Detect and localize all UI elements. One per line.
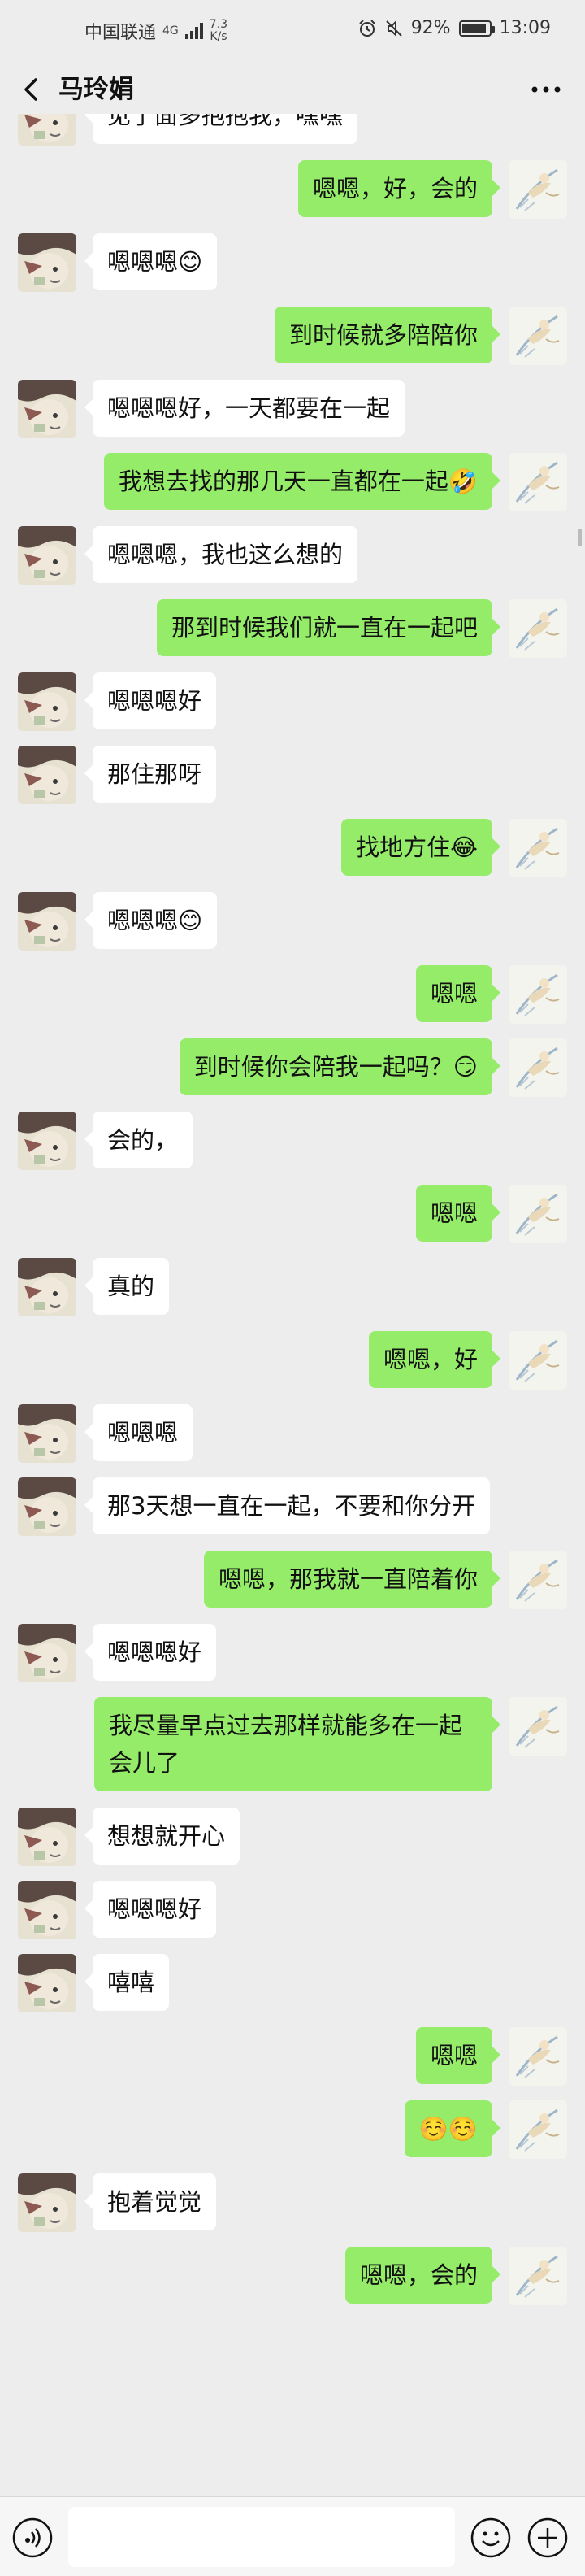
- contact-avatar[interactable]: [18, 1258, 76, 1316]
- contact-avatar[interactable]: [18, 1477, 76, 1536]
- chat-header: 马玲娟: [0, 65, 585, 114]
- signal-icon: [184, 23, 203, 39]
- contact-avatar[interactable]: [18, 892, 76, 951]
- contact-avatar[interactable]: [18, 526, 76, 585]
- message-bubble[interactable]: 找地方住😂: [341, 819, 500, 876]
- my-avatar[interactable]: [509, 307, 567, 365]
- alarm-icon: [358, 19, 375, 37]
- mute-icon: [385, 20, 402, 37]
- message-bubble[interactable]: 嗯嗯嗯，我也这么想的: [84, 526, 358, 583]
- message-bubble[interactable]: 想想就开心: [84, 1808, 240, 1865]
- carrier-label: 中国联通: [84, 23, 157, 43]
- message-bubble[interactable]: 嗯嗯嗯好: [84, 672, 217, 729]
- message-bubble[interactable]: 我尽量早点过去那样就能多在一起会儿了: [94, 1697, 500, 1791]
- message-bubble[interactable]: 那3天想一直在一起，不要和你分开: [84, 1477, 491, 1534]
- message-input[interactable]: [68, 2507, 455, 2567]
- message-bubble[interactable]: 那到时候我们就一直在一起吧: [156, 599, 501, 656]
- my-avatar[interactable]: [509, 453, 567, 511]
- battery-fill: [462, 23, 487, 33]
- message-bubble[interactable]: 嗯嗯，好: [368, 1331, 501, 1388]
- message-bubble[interactable]: 嗯嗯，那我就一直陪着你: [203, 1551, 501, 1608]
- message-bubble[interactable]: 嗯嗯嗯好: [84, 1624, 217, 1681]
- contact-avatar[interactable]: [18, 233, 76, 292]
- my-avatar[interactable]: [509, 1331, 567, 1390]
- message-bubble[interactable]: 嗯嗯，会的: [344, 2247, 501, 2304]
- contact-avatar[interactable]: [18, 1881, 76, 1939]
- my-avatar[interactable]: [509, 2100, 567, 2159]
- message-bubble[interactable]: 抱着觉觉: [84, 2174, 217, 2230]
- voice-input-icon[interactable]: [11, 2517, 54, 2559]
- my-avatar[interactable]: [509, 1185, 567, 1243]
- contact-avatar[interactable]: [18, 1954, 76, 2012]
- more-options-icon[interactable]: [526, 73, 566, 106]
- message-bubble[interactable]: 嗯嗯嗯好，一天都要在一起: [84, 380, 405, 437]
- status-bar: 中国联通 4G 7.3 K/s 92% 13:09: [0, 0, 585, 65]
- my-avatar[interactable]: [509, 819, 567, 877]
- scrollbar-thumb[interactable]: [578, 529, 582, 546]
- message-bubble[interactable]: 嗯嗯，好，会的: [297, 160, 501, 217]
- input-bar: [0, 2496, 585, 2576]
- contact-avatar[interactable]: [18, 1808, 76, 1866]
- message-bubble[interactable]: 真的: [84, 1258, 170, 1315]
- battery-icon: [458, 20, 495, 37]
- message-bubble[interactable]: 嗯嗯嗯好: [84, 1881, 217, 1938]
- my-avatar[interactable]: [509, 1551, 567, 1609]
- chat-title: 马玲娟: [58, 75, 134, 104]
- message-bubble[interactable]: 嘻嘻: [84, 1954, 170, 2011]
- speed-unit: K/s: [210, 30, 228, 43]
- my-avatar[interactable]: [509, 1697, 567, 1756]
- message-list[interactable]: 见了面多抱抱我，嘿嘿嗯嗯，好，会的嗯嗯嗯😊 到时候就多陪陪你嗯嗯嗯好，一天都要在一…: [0, 114, 585, 2496]
- message-bubble[interactable]: ☺️☺️: [404, 2100, 501, 2157]
- message-bubble[interactable]: 会的，: [84, 1112, 193, 1168]
- my-avatar[interactable]: [509, 965, 567, 1024]
- my-avatar[interactable]: [509, 2027, 567, 2086]
- contact-avatar[interactable]: [18, 672, 76, 731]
- battery-percent: 92%: [410, 18, 451, 38]
- network-speed: 7.3 K/s: [210, 19, 228, 43]
- message-bubble[interactable]: 嗯嗯嗯: [84, 1404, 193, 1461]
- emoji-icon[interactable]: [470, 2517, 512, 2559]
- clock: 13:09: [499, 18, 551, 38]
- message-bubble[interactable]: 嗯嗯: [415, 965, 501, 1022]
- contact-avatar[interactable]: [18, 1404, 76, 1463]
- network-type: 4G: [162, 24, 179, 37]
- message-bubble[interactable]: 见了面多抱抱我，嘿嘿: [84, 114, 358, 144]
- more-functions-plus-icon[interactable]: [526, 2517, 569, 2559]
- message-bubble[interactable]: 到时候你会陪我一起吗？😏: [179, 1038, 501, 1095]
- message-bubble[interactable]: 嗯嗯嗯😊: [84, 233, 218, 290]
- my-avatar[interactable]: [509, 1038, 567, 1097]
- contact-avatar[interactable]: [18, 1624, 76, 1682]
- back-arrow-icon[interactable]: [16, 73, 49, 106]
- message-bubble[interactable]: 我想去找的那几天一直都在一起🤣: [103, 453, 501, 510]
- message-bubble[interactable]: 嗯嗯: [415, 2027, 501, 2084]
- speed-value: 7.3: [209, 18, 228, 31]
- message-bubble[interactable]: 到时候就多陪陪你: [274, 307, 501, 363]
- contact-avatar[interactable]: [18, 2174, 76, 2232]
- contact-avatar[interactable]: [18, 114, 76, 146]
- contact-avatar[interactable]: [18, 1112, 76, 1170]
- contact-avatar[interactable]: [18, 380, 76, 438]
- contact-avatar[interactable]: [18, 746, 76, 804]
- status-left: 中国联通 4G 7.3 K/s: [84, 18, 228, 44]
- message-bubble[interactable]: 嗯嗯: [415, 1185, 501, 1242]
- my-avatar[interactable]: [509, 160, 567, 219]
- my-avatar[interactable]: [509, 2247, 567, 2305]
- message-bubble[interactable]: 那住那呀: [84, 746, 217, 803]
- message-bubble[interactable]: 嗯嗯嗯😊: [84, 892, 218, 949]
- my-avatar[interactable]: [509, 599, 567, 658]
- status-right: 92% 13:09: [358, 18, 551, 38]
